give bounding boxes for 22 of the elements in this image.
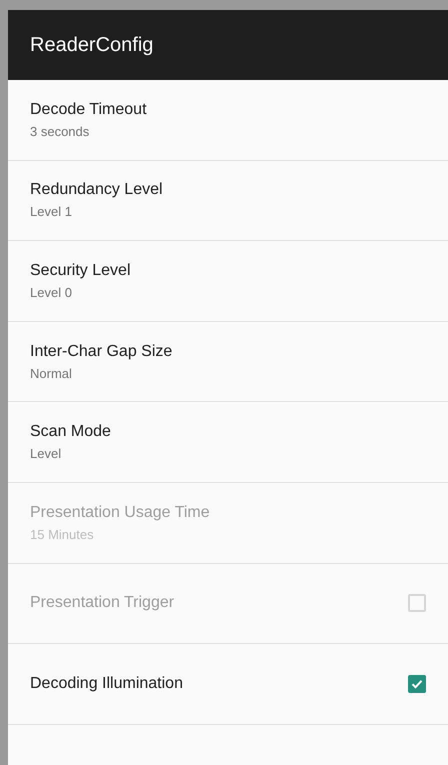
- settings-row[interactable]: Security Level Level 0: [8, 241, 448, 322]
- settings-row[interactable]: Decode Timeout 3 seconds: [8, 80, 448, 161]
- setting-summary: Level 1: [30, 204, 73, 220]
- setting-title: Decoding Illumination: [30, 674, 184, 693]
- setting-title: Inter-Char Gap Size: [30, 342, 174, 361]
- setting-title: Scan Mode: [30, 423, 112, 442]
- settings-row[interactable]: Redundancy Level Level 1: [8, 160, 448, 242]
- setting-summary: 15 Minutes: [30, 526, 95, 542]
- settings-row[interactable]: Inter-Char Gap Size Normal: [8, 322, 448, 402]
- setting-summary: 3 seconds: [30, 124, 90, 139]
- settings-row[interactable]: Scan Mode Level: [8, 402, 448, 483]
- setting-summary: Level: [30, 446, 62, 462]
- checkbox[interactable]: [408, 674, 426, 693]
- app-title: ReaderConfig: [30, 34, 154, 56]
- setting-title: Decode Timeout: [30, 100, 148, 119]
- setting-title: Redundancy Level: [30, 181, 164, 200]
- settings-row[interactable]: Decoding Illumination: [8, 644, 448, 725]
- setting-summary: Level 0: [30, 284, 73, 300]
- setting-title: Security Level: [30, 262, 132, 280]
- setting-summary: Normal: [30, 366, 73, 381]
- setting-title: Presentation Trigger: [30, 594, 176, 612]
- setting-title: Presentation Usage Time: [30, 504, 211, 522]
